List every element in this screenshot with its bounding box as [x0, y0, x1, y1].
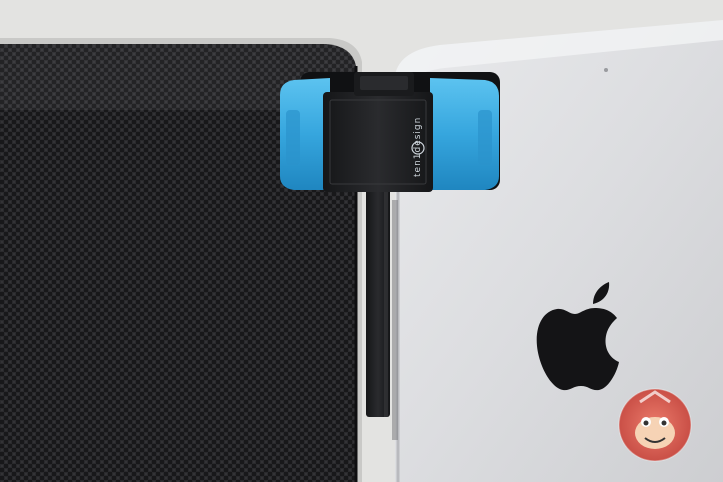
clip-brand-label: ten1design	[413, 116, 423, 178]
photo-illustration	[0, 0, 723, 482]
clip-stem	[366, 175, 398, 440]
clip-head	[280, 72, 500, 192]
photo-scene: ten1design	[0, 0, 723, 482]
